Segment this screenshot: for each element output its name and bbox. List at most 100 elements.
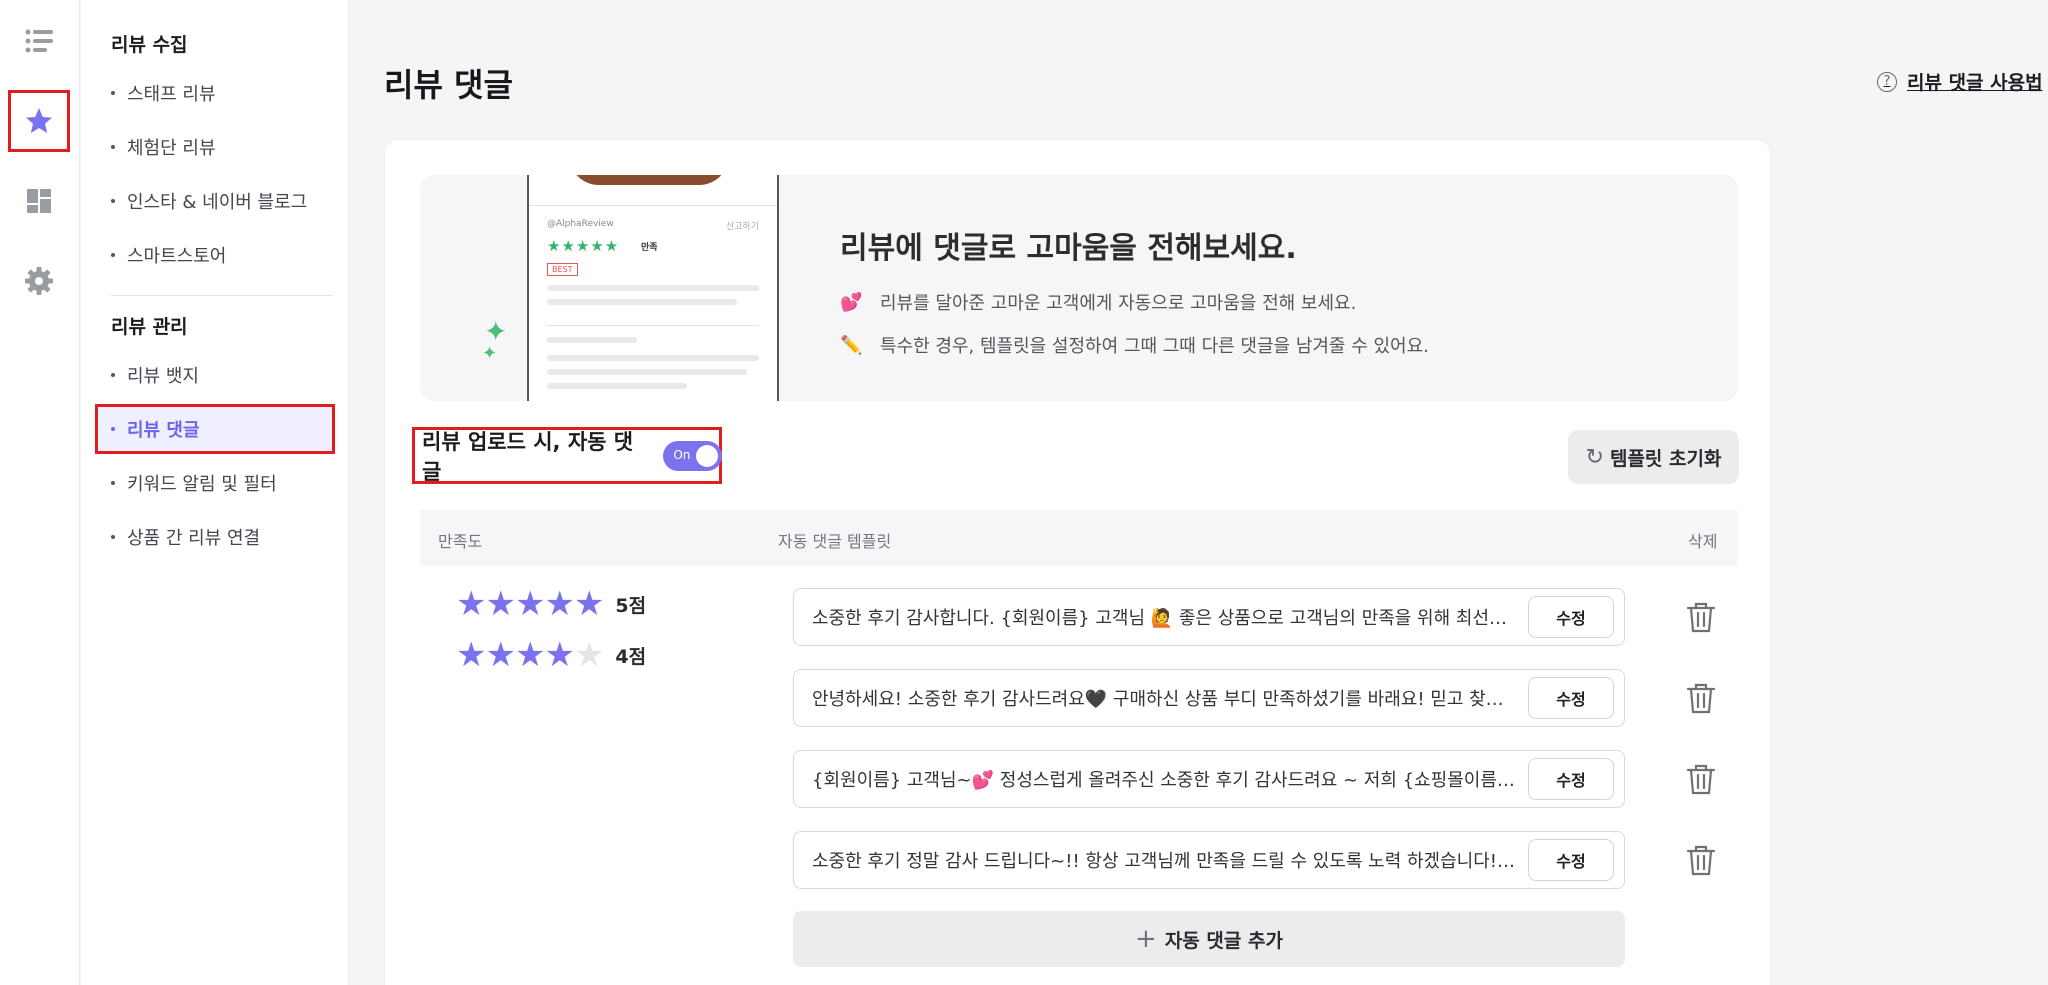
star-icon: ★: [485, 635, 516, 675]
sidebar-item-smartstore[interactable]: 스마트스토어: [95, 230, 335, 280]
sidebar-item-review-badge[interactable]: 리뷰 뱃지: [95, 350, 335, 400]
nav-divider: [111, 295, 333, 296]
preview-text-line: [547, 355, 759, 361]
reset-template-label: 템플릿 초기화: [1609, 447, 1722, 470]
star-icon: ★: [456, 584, 487, 624]
reset-template-button[interactable]: ↻ 템플릿 초기화: [1568, 430, 1739, 484]
rating-option-4[interactable]: ★ ★ ★ ★ ★ 4점: [456, 638, 646, 672]
sidebar-item-staff-review[interactable]: 스태프 리뷰: [95, 68, 335, 118]
nav-group-title-manage: 리뷰 관리: [111, 316, 188, 338]
trash-icon[interactable]: [1683, 761, 1719, 797]
product-image: [569, 175, 729, 185]
divider: [547, 325, 759, 326]
template-row: 소중한 후기 정말 감사 드립니다~!! 항상 고객님께 만족을 드릴 수 있도…: [793, 831, 1625, 889]
add-auto-reply-label: 자동 댓글 추가: [1164, 929, 1283, 952]
hearts-icon: 💕: [840, 291, 863, 313]
star-icon[interactable]: [8, 90, 70, 152]
star-icon: ★: [544, 584, 575, 624]
sidebar-item-label: 상품 간 리뷰 연결: [127, 528, 261, 549]
sparkle-icon: ✦: [482, 343, 498, 364]
page-title: 리뷰 댓글: [384, 66, 513, 104]
banner-point-text: 특수한 경우, 템플릿을 설정하여 그때 그때 다른 댓글을 남겨줄 수 있어요…: [880, 336, 1429, 357]
preview-text-line: [547, 337, 637, 343]
star-empty-icon: ★: [573, 635, 605, 675]
pencil-icon: ✏️: [840, 334, 863, 356]
dashboard-icon[interactable]: [8, 170, 70, 232]
star-icon: ★: [573, 584, 605, 624]
bullet: [111, 253, 115, 257]
sidebar-item-label: 체험단 리뷰: [127, 138, 216, 159]
rating-option-5[interactable]: ★ ★ ★ ★ ★ 5점: [456, 587, 646, 621]
bullet: [111, 481, 115, 485]
preview-text-line: [547, 383, 687, 389]
edit-button[interactable]: 수정: [1528, 839, 1614, 881]
plus-icon: +: [1135, 924, 1157, 954]
edit-button[interactable]: 수정: [1528, 677, 1614, 719]
main-card: @AlphaReview 신고하기 ★★★★★ 만족 BEST ✦ ✦ 리뷰에 …: [384, 139, 1771, 985]
column-header-template: 자동 댓글 템플릿: [778, 532, 892, 551]
preview-report: 신고하기: [725, 222, 759, 232]
edit-button[interactable]: 수정: [1528, 596, 1614, 638]
toggle-knob: [696, 444, 718, 467]
template-text: 안녕하세요! 소중한 후기 감사드려요🖤 구매하신 상품 부디 만족하셨기를 바…: [812, 689, 1528, 710]
preview-stars: ★★★★★: [547, 237, 620, 255]
sidebar-item-label: 스태프 리뷰: [127, 84, 216, 105]
template-row: 소중한 후기 감사합니다. {회원이름} 고객님 🙋 좋은 상품으로 고객님의 …: [793, 588, 1625, 646]
table-header: 만족도 자동 댓글 템플릿 삭제: [420, 510, 1738, 566]
sidebar-item-insta-naver[interactable]: 인스타 & 네이버 블로그: [95, 176, 335, 226]
sidebar-item-label: 키워드 알림 및 필터: [127, 474, 277, 495]
trash-icon[interactable]: [1683, 599, 1719, 635]
bullet: [111, 427, 115, 431]
edit-button[interactable]: 수정: [1528, 758, 1614, 800]
preview-text-line: [547, 299, 737, 305]
sidebar-item-review-comment[interactable]: 리뷰 댓글: [95, 404, 335, 454]
gear-icon[interactable]: [8, 250, 70, 312]
auto-reply-setting: 리뷰 업로드 시, 자동 댓글 On: [412, 427, 722, 484]
column-header-delete: 삭제: [1688, 532, 1718, 551]
sidebar-item-label: 리뷰 댓글: [127, 420, 200, 441]
icon-rail: [0, 0, 80, 985]
question-icon: ?: [1877, 71, 1897, 92]
add-auto-reply-button[interactable]: + 자동 댓글 추가: [793, 911, 1625, 967]
column-header-satisfaction: 만족도: [438, 532, 483, 551]
template-text: 소중한 후기 감사합니다. {회원이름} 고객님 🙋 좋은 상품으로 고객님의 …: [812, 608, 1528, 629]
preview-text-line: [547, 285, 759, 291]
sidebar-item-trial-review[interactable]: 체험단 리뷰: [95, 122, 335, 172]
intro-banner: @AlphaReview 신고하기 ★★★★★ 만족 BEST ✦ ✦ 리뷰에 …: [420, 175, 1738, 401]
help-link-label: 리뷰 댓글 사용법: [1907, 72, 2043, 94]
sidebar-item-label: 리뷰 뱃지: [127, 366, 199, 387]
preview-username: @AlphaReview: [547, 219, 614, 229]
toggle-state-text: On: [673, 447, 691, 462]
rating-label: 4점: [615, 645, 647, 668]
divider: [529, 205, 777, 206]
list-icon[interactable]: [8, 10, 70, 72]
sidebar-item-label: 인스타 & 네이버 블로그: [127, 192, 308, 213]
banner-point: 💕 리뷰를 달아준 고마운 고객에게 자동으로 고마움을 전해 보세요.: [840, 289, 1356, 315]
help-link[interactable]: ? 리뷰 댓글 사용법: [1877, 68, 2043, 95]
preview-satisfaction: 만족: [641, 243, 658, 253]
banner-point: ✏️ 특수한 경우, 템플릿을 설정하여 그때 그때 다른 댓글을 남겨줄 수 …: [840, 332, 1429, 358]
star-icon: ★: [485, 584, 516, 624]
star-icon: ★: [544, 635, 575, 675]
star-icon: ★: [456, 635, 487, 675]
auto-reply-label: 리뷰 업로드 시, 자동 댓글: [422, 429, 634, 484]
rating-label: 5점: [615, 594, 647, 617]
sidebar-item-label: 스마트스토어: [127, 246, 227, 267]
sidebar: 리뷰 수집 스태프 리뷰 체험단 리뷰 인스타 & 네이버 블로그 스마트스토어…: [81, 0, 349, 985]
bullet: [111, 373, 115, 377]
preview-best-badge: BEST: [547, 263, 578, 276]
preview-text-line: [547, 369, 747, 375]
sidebar-item-keyword-filter[interactable]: 키워드 알림 및 필터: [95, 458, 335, 508]
bullet: [111, 199, 115, 203]
star-icon: ★: [514, 584, 546, 624]
auto-reply-toggle[interactable]: On: [663, 440, 722, 471]
trash-icon[interactable]: [1683, 680, 1719, 716]
template-text: {회원이름} 고객님~💕 정성스럽게 올려주신 소중한 후기 감사드려요 ~ 저…: [812, 770, 1528, 791]
trash-icon[interactable]: [1683, 842, 1719, 878]
banner-headline: 리뷰에 댓글로 고마움을 전해보세요.: [840, 231, 1297, 266]
refresh-icon: ↻: [1585, 444, 1604, 470]
sidebar-item-review-link[interactable]: 상품 간 리뷰 연결: [95, 512, 335, 562]
bullet: [111, 145, 115, 149]
star-icon: ★: [514, 635, 546, 675]
bullet: [111, 535, 115, 539]
